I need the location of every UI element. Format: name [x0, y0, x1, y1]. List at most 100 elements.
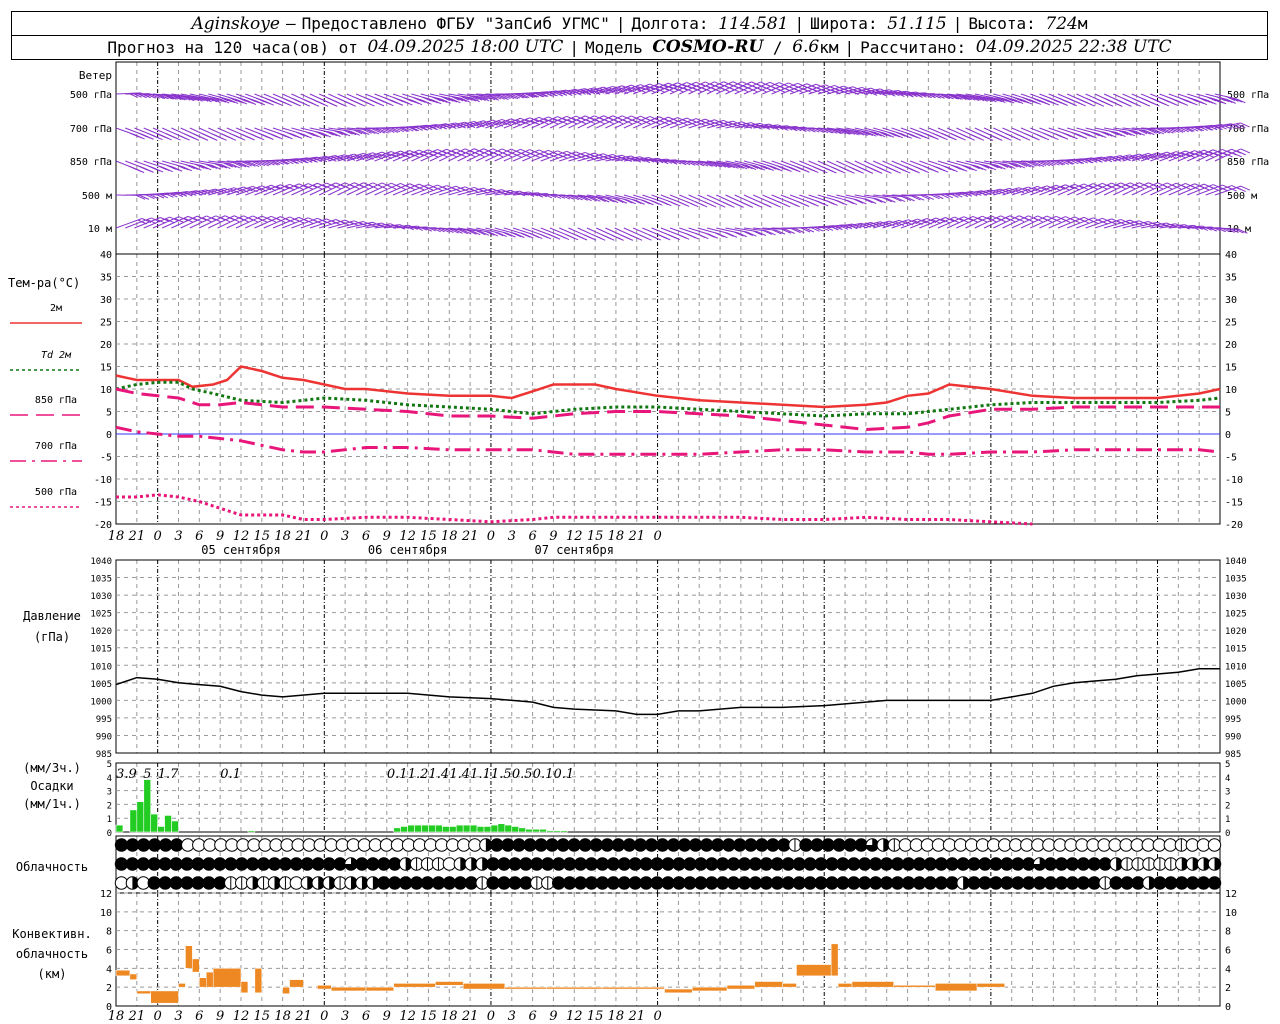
panel-frame-precip	[115, 762, 1221, 833]
cloud-symbol	[998, 838, 1012, 852]
wind-barb-feather	[629, 234, 640, 240]
time-tick-bottom: 12	[399, 1009, 416, 1024]
wind-barb-feather	[727, 232, 738, 238]
cloud-symbol-fill	[1208, 876, 1221, 890]
pressure-tick-right: 1040	[1225, 557, 1247, 567]
conv-bar	[976, 983, 1006, 988]
time-tick-top: 3	[341, 529, 349, 544]
wind-barb-feather	[318, 131, 328, 137]
time-tick-bottom: 3	[508, 1009, 516, 1024]
cloud-symbol	[269, 838, 283, 852]
precip-tick-left: 5	[107, 760, 112, 770]
pressure-unit: (гПа)	[34, 630, 70, 644]
pressure-tick-left: 1035	[90, 575, 112, 585]
time-tick-top: 18	[274, 529, 291, 544]
wind-barb-feather	[686, 233, 696, 239]
conv-bar	[830, 943, 839, 977]
precip-3h-total: 0.1	[533, 767, 554, 782]
conv-tick-right: 10	[1225, 908, 1237, 919]
wind-barb-feather	[583, 234, 594, 240]
time-tick-bottom: 6	[195, 1009, 203, 1024]
wind-barb-feather	[1169, 97, 1179, 103]
cloud-symbol-ring	[1009, 838, 1023, 852]
cloud-symbol	[346, 838, 361, 852]
temp-tick-right: 30	[1225, 295, 1237, 306]
cloud-symbol-ring	[203, 838, 217, 852]
wind-barb-feather	[894, 166, 905, 171]
cloud-symbol-fill	[590, 838, 603, 852]
wind-barb-feather	[737, 232, 747, 238]
cloud-symbol	[324, 838, 338, 852]
precip-bar	[400, 826, 408, 833]
wind-barb-feather	[812, 165, 822, 171]
precip-3h-total: 0.5	[512, 767, 533, 782]
cloud-symbol-ring	[313, 838, 327, 852]
wind-barb-feather	[1095, 97, 1105, 103]
precip-unit-1h: (мм/1ч.)	[23, 797, 81, 811]
cloud-symbol	[313, 838, 327, 852]
wind-barb	[448, 148, 484, 162]
cloud-symbol	[964, 838, 979, 852]
time-tick-bottom: 0	[154, 1009, 162, 1024]
precip-bar	[469, 824, 478, 833]
cloud-symbol	[390, 838, 405, 852]
precip-3h-total: 1.2	[408, 767, 429, 782]
temp-tick-right: 0	[1225, 430, 1231, 441]
precip-bar	[497, 823, 506, 833]
cloud-symbol	[490, 838, 504, 852]
cloud-symbol	[931, 838, 946, 852]
wind-barb-feather	[286, 131, 296, 137]
precip-tick-right: 3	[1225, 788, 1230, 798]
time-tick-bottom: 15	[254, 1009, 271, 1024]
wind-barb-feather	[174, 133, 184, 139]
time-tick-top: 0	[154, 529, 162, 544]
time-tick-top: 0	[320, 529, 328, 544]
wind-barb-feather	[848, 166, 859, 172]
wind-barb-feather	[1150, 97, 1161, 103]
wind-barb	[217, 215, 253, 229]
wind-title: Ветер	[79, 69, 112, 82]
precip-tick-right: 5	[1225, 760, 1230, 770]
precip-bar	[393, 827, 401, 833]
cloud-symbol-ring	[291, 838, 305, 852]
wind-barb-feather	[230, 133, 240, 138]
cloud-symbol-ring	[401, 838, 416, 852]
time-tick-bottom: 0	[487, 1009, 495, 1024]
wind-barb-feather	[1141, 97, 1151, 103]
wind-barb-feather	[282, 97, 292, 103]
precip-3h-total: 1.7	[158, 767, 179, 782]
temp-tick-right: 35	[1225, 273, 1237, 284]
time-tick-bottom: 6	[362, 1009, 370, 1024]
precip-bar	[435, 824, 443, 833]
conv-tick-left: 8	[106, 927, 112, 938]
precip-bar	[129, 809, 138, 833]
cloud-symbol-fill	[744, 838, 757, 852]
cloud-symbol-ring	[368, 838, 383, 852]
cloud-symbol-fill	[623, 838, 636, 852]
precip-tick-right: 0	[1225, 829, 1230, 839]
time-tick-top: 9	[383, 529, 391, 544]
wind-barb-feather	[273, 97, 283, 103]
conv-bar	[129, 973, 138, 980]
wind-barb-feather	[1188, 97, 1198, 102]
wind-barb-feather	[830, 166, 840, 172]
cloud-symbol-ring	[247, 838, 261, 852]
wind-barb-feather	[393, 97, 404, 103]
wind-barb-feather	[365, 97, 376, 103]
temp-tick-left: -15	[94, 498, 112, 509]
cloud-symbol	[225, 838, 239, 852]
pressure-line	[115, 668, 1220, 716]
precip-bar	[455, 824, 464, 833]
temp-series-0	[115, 365, 1221, 409]
time-tick-top: 15	[420, 529, 437, 544]
wind-barb-feather	[192, 133, 203, 139]
conv-bar	[192, 958, 200, 973]
precip-bar	[532, 828, 540, 833]
wind-barb-feather	[556, 233, 567, 239]
wind-barb-feather	[648, 234, 659, 240]
temp-legend-label: 850 гПа	[35, 395, 77, 406]
pressure-tick-right: 1005	[1225, 680, 1247, 690]
time-tick-top: 0	[653, 529, 661, 544]
wind-barb	[374, 182, 410, 196]
conv-bar	[365, 986, 394, 992]
